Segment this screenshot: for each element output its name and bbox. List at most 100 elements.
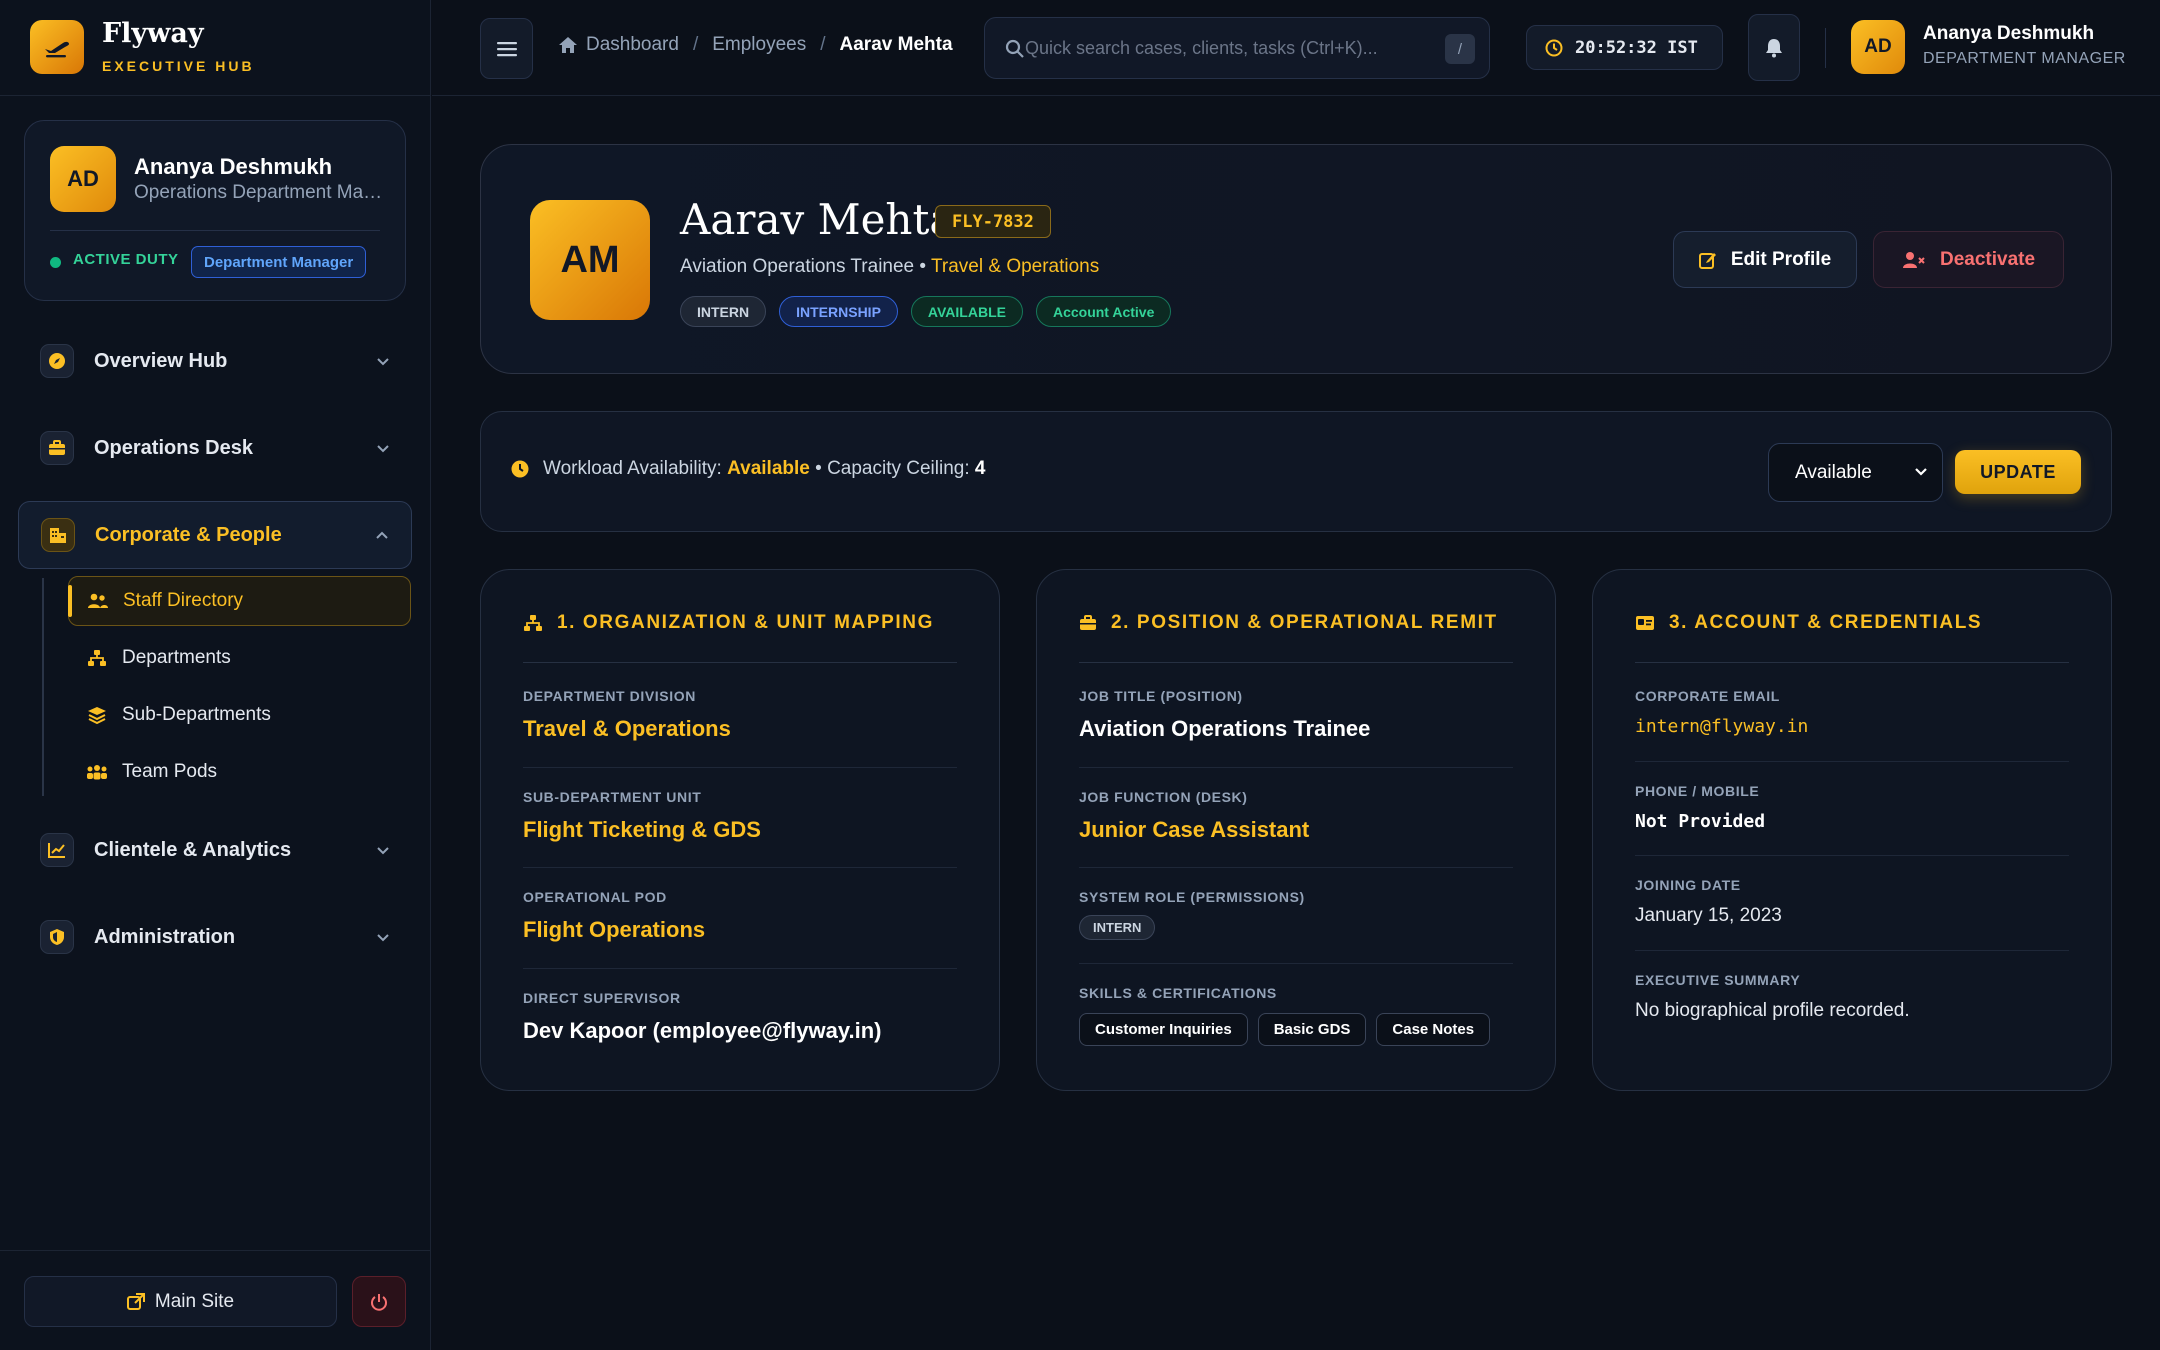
field-label: OPERATIONAL POD <box>523 889 667 905</box>
edit-profile-button[interactable]: Edit Profile <box>1673 231 1857 288</box>
field-label: DEPARTMENT DIVISION <box>523 688 696 704</box>
employee-title: Aviation Operations Trainee <box>680 256 915 277</box>
profile-role: Operations Department Manager <box>134 182 389 203</box>
skills-list: Customer Inquiries Basic GDS Case Notes <box>1079 1013 1513 1046</box>
logout-button[interactable] <box>352 1276 406 1327</box>
update-button[interactable]: UPDATE <box>1955 450 2081 494</box>
field-corporate-email: CORPORATE EMAIL intern@flyway.in <box>1635 688 2069 737</box>
field-direct-supervisor: DIRECT SUPERVISOR Dev Kapoor (employee@f… <box>523 990 957 1044</box>
search-input[interactable] <box>1025 18 1425 78</box>
nav-administration[interactable]: Administration <box>18 903 412 971</box>
user-name[interactable]: Ananya Deshmukh <box>1923 23 2094 45</box>
id-card-icon <box>1635 615 1669 631</box>
field-label: SYSTEM ROLE (PERMISSIONS) <box>1079 889 1305 905</box>
sidebar-profile-card: AD Ananya Deshmukh Operations Department… <box>24 120 406 301</box>
capacity-value: 4 <box>974 458 986 479</box>
subnav-team-pods[interactable]: Team Pods <box>68 747 411 797</box>
chevron-down-icon <box>376 846 390 855</box>
nav-clientele-analytics[interactable]: Clientele & Analytics <box>18 816 412 884</box>
brand-logo[interactable]: Flyway EXECUTIVE HUB <box>0 0 431 96</box>
home-icon <box>558 36 586 54</box>
availability-select-value: Available <box>1795 461 1872 483</box>
nav-overview-hub[interactable]: Overview Hub <box>18 327 412 395</box>
card-title-text: 2. POSITION & OPERATIONAL REMIT <box>1111 612 1498 633</box>
field-job-function: JOB FUNCTION (DESK) Junior Case Assistan… <box>1079 789 1513 843</box>
menu-toggle-button[interactable] <box>480 18 533 79</box>
hamburger-icon <box>496 41 517 57</box>
employee-id-badge: FLY-7832 <box>935 205 1051 238</box>
email-value[interactable]: intern@flyway.in <box>1635 716 2069 737</box>
divider <box>50 230 380 231</box>
power-icon <box>370 1293 388 1311</box>
people-group-icon <box>86 764 108 780</box>
bullet-separator: • <box>919 256 927 277</box>
briefcase-icon <box>1079 615 1111 631</box>
availability-select[interactable]: Available <box>1768 443 1943 502</box>
employee-department: Travel & Operations <box>931 256 1100 277</box>
nav-label: Corporate & People <box>95 523 282 546</box>
workload-summary: Workload Availability: Available • Capac… <box>511 458 986 480</box>
sitemap-icon <box>523 614 557 632</box>
divider <box>1635 761 2069 762</box>
deactivate-button[interactable]: Deactivate <box>1873 231 2064 288</box>
field-value: Travel & Operations <box>523 716 731 741</box>
edit-icon <box>1698 251 1731 269</box>
breadcrumb-current: Aarav Mehta <box>839 34 953 55</box>
divider <box>1079 963 1513 964</box>
shield-icon <box>40 920 74 954</box>
sidebar-footer: Main Site <box>0 1250 431 1350</box>
card-title: 1. ORGANIZATION & UNIT MAPPING <box>523 612 934 634</box>
field-value: Flight Ticketing & GDS <box>523 817 761 842</box>
workload-panel: Workload Availability: Available • Capac… <box>480 411 2112 532</box>
breadcrumb-dashboard[interactable]: Dashboard <box>586 34 679 56</box>
card-title-text: 3. ACCOUNT & CREDENTIALS <box>1669 612 1983 633</box>
role-badge: Department Manager <box>191 246 367 278</box>
chevron-down-icon <box>376 357 390 366</box>
duty-status: ACTIVE DUTY <box>73 251 179 268</box>
divider <box>1635 662 2069 663</box>
divider <box>1635 855 2069 856</box>
brand-subtitle: EXECUTIVE HUB <box>102 58 255 74</box>
tag-internship: INTERNSHIP <box>779 296 898 327</box>
layers-icon <box>86 706 108 724</box>
divider <box>523 867 957 868</box>
skill-chip: Case Notes <box>1376 1013 1491 1046</box>
clock-display: 20:52:32 IST <box>1526 25 1723 70</box>
divider <box>1079 767 1513 768</box>
compass-icon <box>40 344 74 378</box>
card-title: 3. ACCOUNT & CREDENTIALS <box>1635 612 1982 634</box>
notifications-button[interactable] <box>1748 14 1800 81</box>
subnav-departments[interactable]: Departments <box>68 633 411 683</box>
field-label: JOB TITLE (POSITION) <box>1079 688 1243 704</box>
clock-icon <box>511 460 543 478</box>
field-joining-date: JOINING DATE January 15, 2023 <box>1635 877 2069 927</box>
divider <box>523 767 957 768</box>
summary-value: No biographical profile recorded. <box>1635 1000 1910 1021</box>
employee-header-card: AM Aarav Mehta FLY-7832 Aviation Operati… <box>480 144 2112 374</box>
field-label: JOINING DATE <box>1635 877 1741 893</box>
shortcut-key: / <box>1445 34 1475 64</box>
main-site-button[interactable]: Main Site <box>24 1276 337 1327</box>
status-dot-icon <box>50 257 61 268</box>
field-value: Aviation Operations Trainee <box>1079 716 1371 741</box>
employee-avatar: AM <box>530 200 650 320</box>
user-role: DEPARTMENT MANAGER <box>1923 50 2126 67</box>
field-label: EXECUTIVE SUMMARY <box>1635 972 1801 988</box>
field-system-role: SYSTEM ROLE (PERMISSIONS) INTERN <box>1079 889 1513 940</box>
field-value: Dev Kapoor (employee@flyway.in) <box>523 1018 882 1043</box>
joining-date-value: January 15, 2023 <box>1635 905 1782 926</box>
field-label: CORPORATE EMAIL <box>1635 688 1780 704</box>
nav-operations-desk[interactable]: Operations Desk <box>18 414 412 482</box>
topbar: Dashboard / Employees / Aarav Mehta / 20… <box>432 0 2160 96</box>
clock-time: 20:52:32 IST <box>1575 37 1698 58</box>
brand-title: Flyway <box>102 18 204 49</box>
subnav-staff-directory[interactable]: Staff Directory <box>68 576 411 626</box>
profile-name: Ananya Deshmukh <box>134 154 333 179</box>
subnav-sub-departments[interactable]: Sub-Departments <box>68 690 411 740</box>
user-avatar[interactable]: AD <box>1851 20 1905 74</box>
field-label: JOB FUNCTION (DESK) <box>1079 789 1248 805</box>
breadcrumb-employees[interactable]: Employees <box>712 34 806 56</box>
nav-label: Overview Hub <box>94 349 228 372</box>
nav-corporate-people[interactable]: Corporate & People <box>18 501 412 569</box>
tag-account-active: Account Active <box>1035 296 1172 327</box>
